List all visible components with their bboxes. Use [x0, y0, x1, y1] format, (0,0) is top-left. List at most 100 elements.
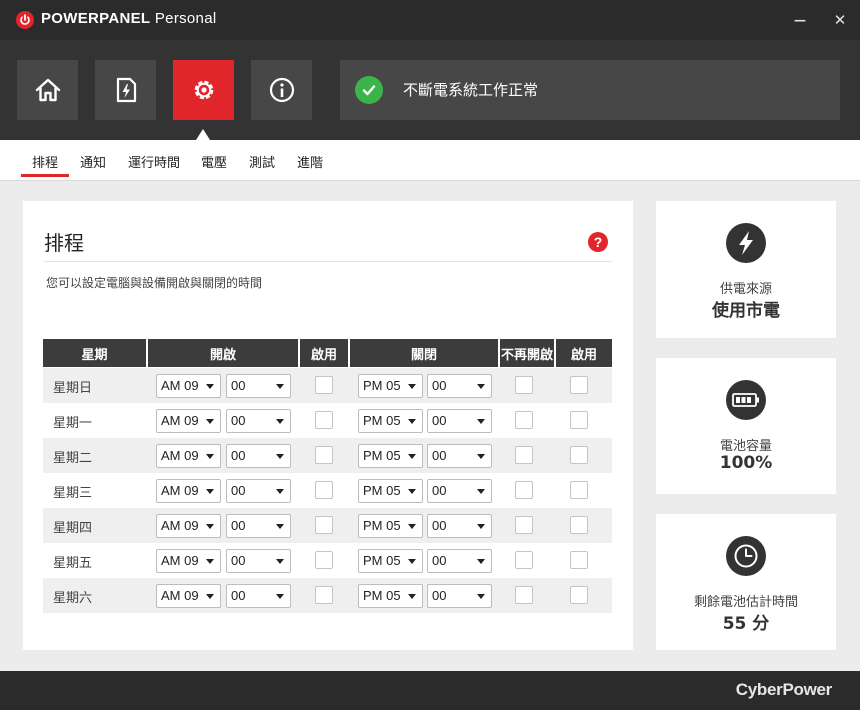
header-day: 星期 — [43, 339, 146, 367]
day-label: 星期五 — [53, 556, 93, 571]
on-minute-select[interactable]: 00 — [226, 444, 291, 468]
off-minute-select[interactable]: 00 — [427, 584, 492, 608]
power-status-icon — [116, 77, 136, 103]
off-enable-checkbox[interactable] — [570, 551, 588, 569]
on-hour-value: AM 09 — [161, 378, 199, 393]
title-divider — [44, 261, 612, 262]
chevron-down-icon — [276, 454, 284, 459]
on-hour-select[interactable]: AM 09 — [156, 444, 221, 468]
tab-status[interactable] — [95, 60, 156, 120]
on-minute-value: 00 — [231, 588, 246, 603]
on-hour-value: AM 09 — [161, 413, 199, 428]
runtime-card: 剩餘電池估計時間 55 分 — [656, 514, 836, 650]
subtab-notification[interactable]: 通知 — [80, 152, 106, 171]
off-minute-select[interactable]: 00 — [427, 409, 492, 433]
chevron-down-icon — [206, 454, 214, 459]
on-enable-checkbox[interactable] — [315, 586, 333, 604]
chevron-down-icon — [276, 384, 284, 389]
help-icon[interactable]: ? — [588, 232, 608, 252]
day-label: 星期日 — [53, 381, 93, 396]
chevron-down-icon — [276, 594, 284, 599]
on-hour-select[interactable]: AM 09 — [156, 479, 221, 503]
off-enable-checkbox[interactable] — [570, 376, 588, 394]
no-restart-checkbox[interactable] — [515, 586, 533, 604]
on-hour-select[interactable]: AM 09 — [156, 374, 221, 398]
on-minute-select[interactable]: 00 — [226, 584, 291, 608]
no-restart-checkbox[interactable] — [515, 376, 533, 394]
on-enable-checkbox[interactable] — [315, 481, 333, 499]
off-minute-select[interactable]: 00 — [427, 514, 492, 538]
no-restart-checkbox[interactable] — [515, 411, 533, 429]
off-minute-select[interactable]: 00 — [427, 374, 492, 398]
off-hour-select[interactable]: PM 05 — [358, 549, 423, 573]
on-enable-checkbox[interactable] — [315, 551, 333, 569]
off-enable-checkbox[interactable] — [570, 446, 588, 464]
minimize-button[interactable]: — — [788, 8, 812, 32]
header-on: 開啟 — [148, 339, 298, 367]
off-enable-checkbox[interactable] — [570, 411, 588, 429]
cyberpower-logo-icon — [16, 11, 34, 29]
off-hour-select[interactable]: PM 05 — [358, 584, 423, 608]
no-restart-checkbox[interactable] — [515, 516, 533, 534]
on-hour-value: AM 09 — [161, 553, 199, 568]
table-row: 星期六 AM 09 00 PM 05 00 — [43, 578, 612, 613]
no-restart-checkbox[interactable] — [515, 446, 533, 464]
chevron-down-icon — [477, 419, 485, 424]
on-minute-select[interactable]: 00 — [226, 514, 291, 538]
on-enable-checkbox[interactable] — [315, 446, 333, 464]
off-hour-select[interactable]: PM 05 — [358, 479, 423, 503]
subtab-voltage[interactable]: 電壓 — [201, 152, 227, 171]
home-icon — [35, 78, 60, 102]
subtab-advanced[interactable]: 進階 — [297, 152, 323, 171]
chevron-down-icon — [408, 419, 416, 424]
off-minute-select[interactable]: 00 — [427, 479, 492, 503]
tab-info[interactable] — [251, 60, 312, 120]
on-minute-select[interactable]: 00 — [226, 409, 291, 433]
on-enable-checkbox[interactable] — [315, 411, 333, 429]
no-restart-checkbox[interactable] — [515, 481, 533, 499]
off-enable-checkbox[interactable] — [570, 516, 588, 534]
off-minute-value: 00 — [432, 588, 447, 603]
off-hour-select[interactable]: PM 05 — [358, 374, 423, 398]
on-hour-select[interactable]: AM 09 — [156, 514, 221, 538]
chevron-down-icon — [276, 524, 284, 529]
on-hour-select[interactable]: AM 09 — [156, 409, 221, 433]
on-enable-checkbox[interactable] — [315, 516, 333, 534]
tab-home[interactable] — [17, 60, 78, 120]
off-enable-checkbox[interactable] — [570, 481, 588, 499]
on-minute-value: 00 — [231, 518, 246, 533]
on-hour-value: AM 09 — [161, 518, 199, 533]
off-hour-value: PM 05 — [363, 588, 401, 603]
subtab-test[interactable]: 測試 — [249, 152, 275, 171]
on-minute-select[interactable]: 00 — [226, 549, 291, 573]
off-enable-checkbox[interactable] — [570, 586, 588, 604]
off-hour-select[interactable]: PM 05 — [358, 514, 423, 538]
chevron-down-icon — [206, 594, 214, 599]
chevron-down-icon — [408, 454, 416, 459]
runtime-value: 55 分 — [722, 614, 770, 634]
off-hour-select[interactable]: PM 05 — [358, 444, 423, 468]
on-minute-select[interactable]: 00 — [226, 479, 291, 503]
tab-settings[interactable] — [173, 60, 234, 120]
close-button[interactable]: ✕ — [828, 8, 852, 32]
day-label: 星期六 — [53, 591, 93, 606]
chevron-down-icon — [206, 524, 214, 529]
on-hour-value: AM 09 — [161, 448, 199, 463]
subtab-schedule[interactable]: 排程 — [32, 152, 58, 171]
on-hour-select[interactable]: AM 09 — [156, 549, 221, 573]
schedule-description: 您可以設定電腦與設備開啟與關閉的時間 — [46, 276, 263, 290]
off-minute-select[interactable]: 00 — [427, 444, 492, 468]
power-source-label: 供電來源 — [719, 282, 772, 297]
chevron-down-icon — [477, 454, 485, 459]
subtab-runtime[interactable]: 運行時間 — [128, 152, 180, 171]
status-panel: 不斷電系統工作正常 — [340, 60, 840, 120]
chevron-down-icon — [477, 594, 485, 599]
on-hour-value: AM 09 — [161, 483, 199, 498]
on-hour-select[interactable]: AM 09 — [156, 584, 221, 608]
no-restart-checkbox[interactable] — [515, 551, 533, 569]
off-hour-select[interactable]: PM 05 — [358, 409, 423, 433]
table-row: 星期日 AM 09 00 PM 05 00 — [43, 368, 612, 403]
off-minute-select[interactable]: 00 — [427, 549, 492, 573]
on-minute-select[interactable]: 00 — [226, 374, 291, 398]
on-enable-checkbox[interactable] — [315, 376, 333, 394]
